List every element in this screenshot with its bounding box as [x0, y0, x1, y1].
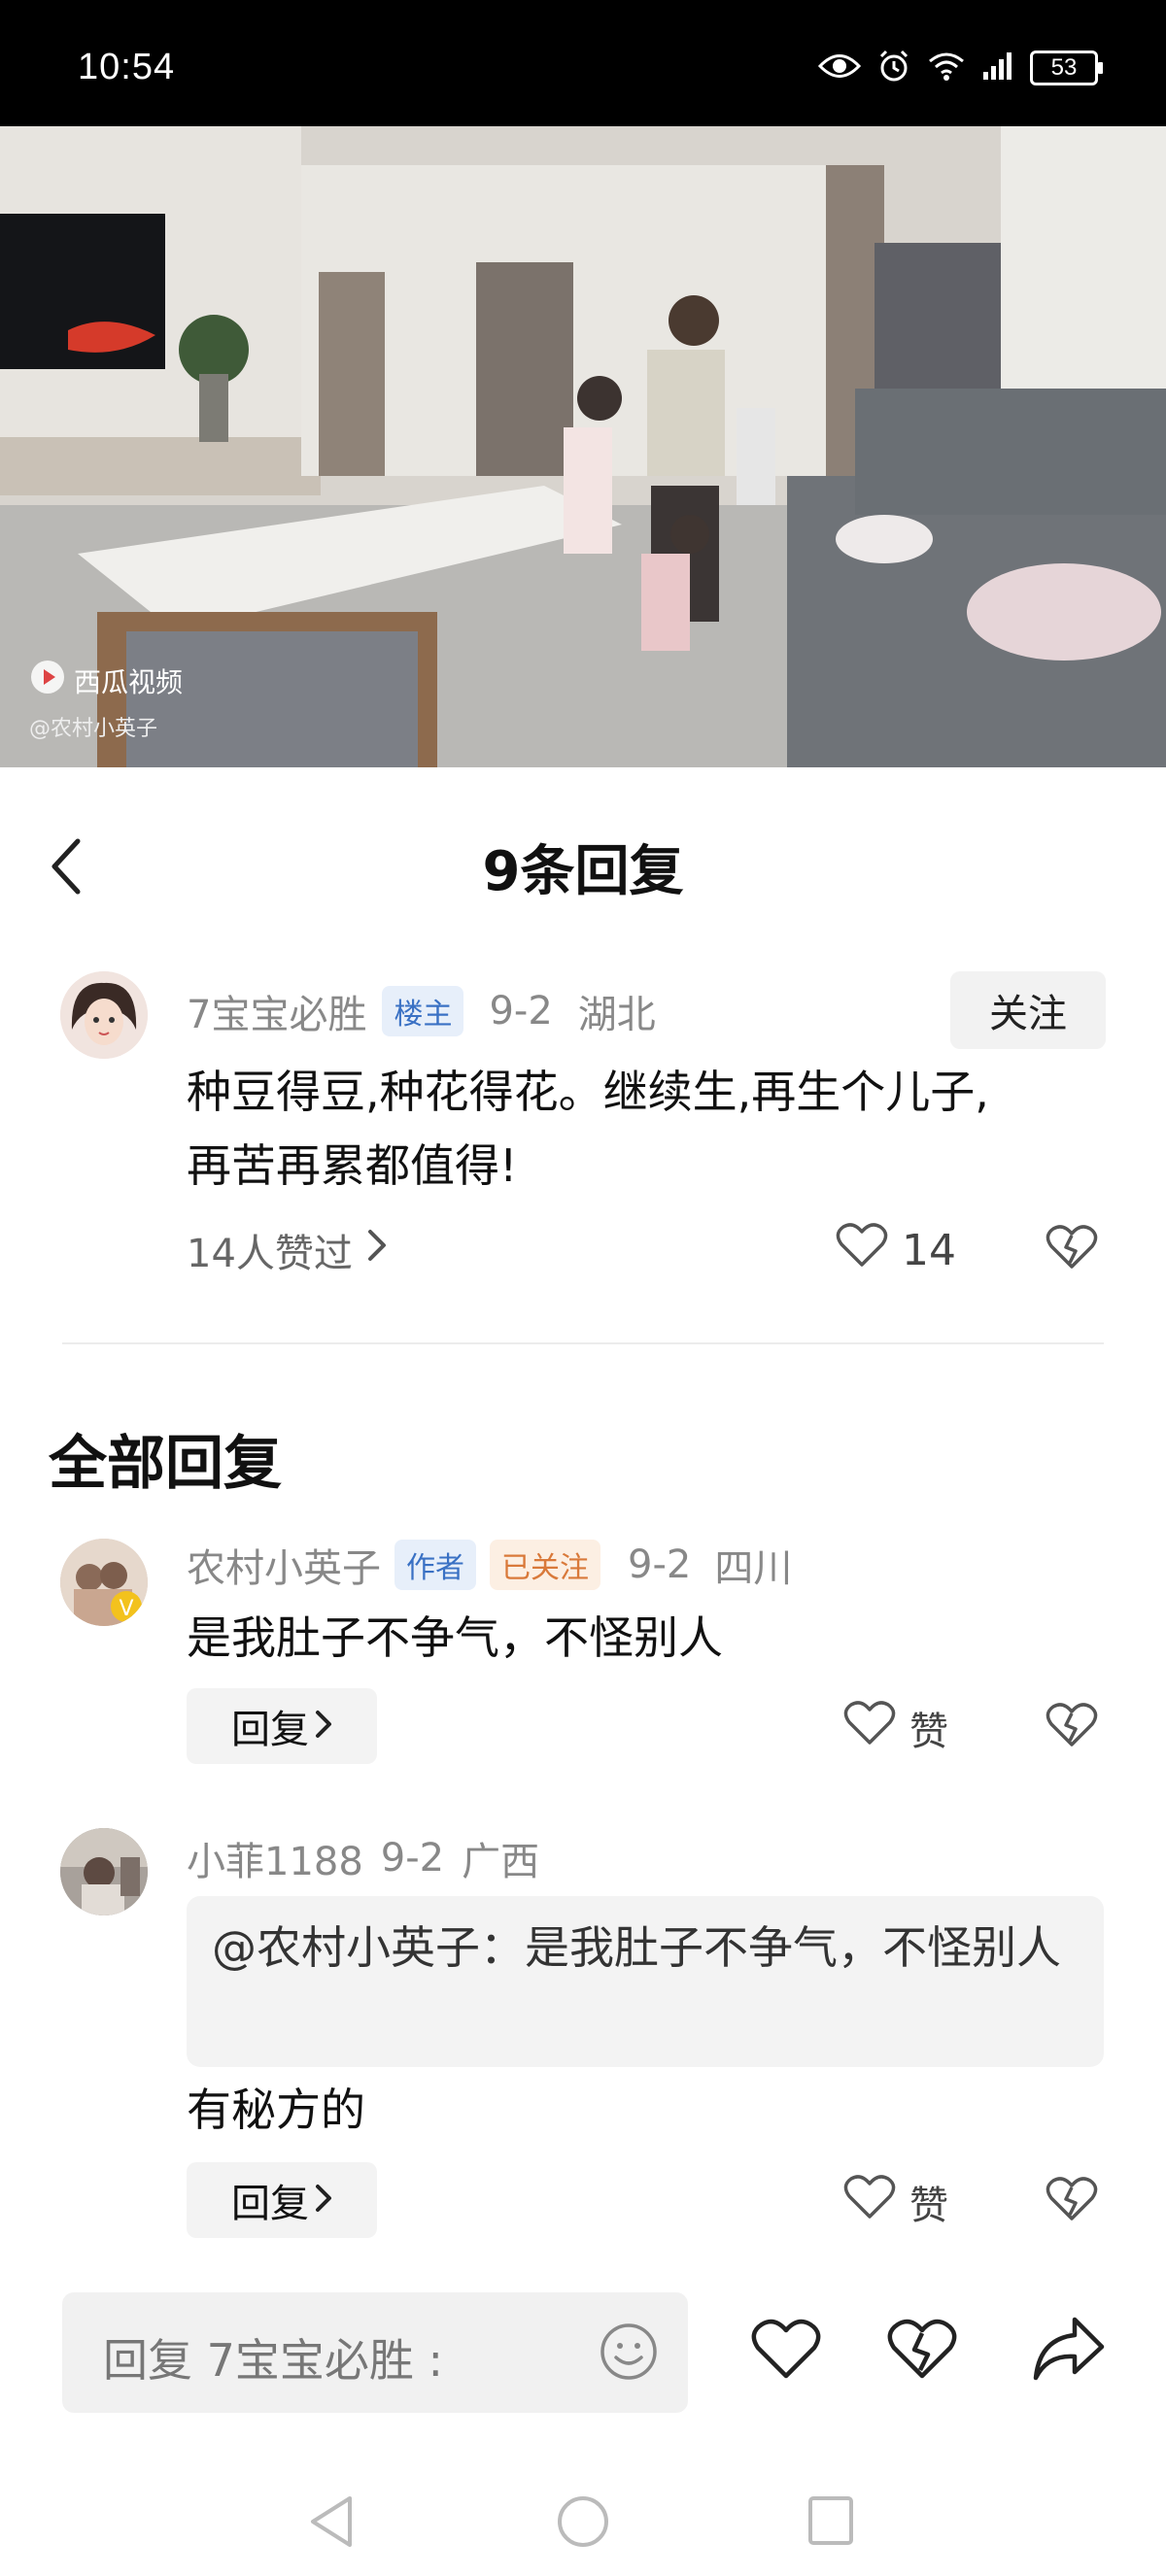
username[interactable]: 7宝宝必胜 [187, 983, 366, 1039]
likes-summary-text: 14人赞过 [187, 1232, 353, 1276]
nav-recents-icon[interactable] [806, 2494, 855, 2551]
comment-text-line2: 再苦再累都值得! [187, 1139, 518, 1192]
like-button[interactable]: 14 [836, 1222, 956, 1278]
watermark-text: 西瓜视频 [74, 665, 184, 698]
eye-icon [817, 51, 862, 85]
comment-header: 7宝宝必胜 楼主 9-2 湖北 [187, 983, 656, 1039]
chevron-right-icon [366, 1228, 388, 1272]
page-title: 9条回复 [482, 840, 684, 903]
video-watermark: 西瓜视频 [29, 659, 183, 702]
avatar[interactable] [60, 971, 148, 1059]
like-label: 赞 [909, 1710, 948, 1754]
quoted-text: @农村小英子：是我肚子不争气，不怪别人 [212, 1921, 1061, 1974]
battery-icon: 53 [1030, 51, 1103, 85]
video-player[interactable]: 西瓜视频 @农村小英子 [0, 126, 1166, 767]
avatar[interactable]: V [60, 1539, 148, 1626]
reply-button[interactable]: 回复 [187, 2162, 377, 2238]
status-bar: 10:54 53 [0, 0, 1166, 126]
quoted-reply: @农村小英子：是我肚子不争气，不怪别人 [187, 1896, 1104, 2067]
like-label: 赞 [909, 2184, 948, 2228]
chevron-right-icon [315, 1704, 332, 1748]
heart-icon [843, 1700, 896, 1756]
status-icons: 53 [817, 49, 1103, 87]
reply-location: 广西 [462, 1840, 540, 1884]
nav-back-icon[interactable] [307, 2494, 356, 2553]
author-badge: 作者 [394, 1540, 476, 1590]
like-button[interactable]: 赞 [843, 2174, 948, 2230]
alarm-icon [876, 49, 911, 87]
reply-date: 9-2 [628, 1542, 692, 1587]
reply-date: 9-2 [380, 1836, 445, 1881]
heart-icon[interactable] [750, 2318, 822, 2386]
share-icon[interactable] [1030, 2314, 1108, 2388]
op-badge: 楼主 [382, 986, 464, 1036]
section-title: 全部回复 [49, 1430, 282, 1498]
dislike-icon[interactable] [1046, 1702, 1098, 1752]
followed-badge: 已关注 [490, 1540, 600, 1590]
signal-icon [981, 51, 1014, 85]
reply-button-label: 回复 [231, 1708, 309, 1752]
heart-icon [843, 2174, 896, 2230]
video-handle: @农村小英子 [29, 717, 158, 741]
likes-summary[interactable]: 14人赞过 [187, 1222, 388, 1278]
reply-header: 小菲1188 9-2 广西 [187, 1830, 539, 1886]
reply-location: 四川 [714, 1546, 793, 1591]
reply-header: 农村小英子 作者 已关注 9-2 四川 [187, 1537, 792, 1593]
comment-text-line1: 种豆得豆,种花得花。继续生,再生个儿子, [187, 1066, 989, 1118]
like-button[interactable]: 赞 [843, 1700, 948, 1756]
chevron-right-icon [315, 2178, 332, 2222]
wifi-icon [927, 51, 966, 85]
comment-date: 9-2 [489, 989, 553, 1034]
comment-location: 湖北 [577, 993, 656, 1037]
dislike-icon[interactable] [1046, 2176, 1098, 2226]
status-time: 10:54 [78, 47, 176, 87]
avatar[interactable] [60, 1828, 148, 1915]
reply-text: 是我肚子不争气，不怪别人 [187, 1611, 723, 1664]
like-count: 14 [902, 1225, 956, 1275]
nav-home-icon[interactable] [556, 2494, 610, 2553]
reply-input[interactable]: 回复 7宝宝必胜 : [62, 2292, 688, 2413]
username[interactable]: 农村小英子 [187, 1537, 381, 1593]
play-logo-icon [29, 659, 66, 702]
reply-text: 有秘方的 [187, 2084, 365, 2136]
username[interactable]: 小菲1188 [187, 1830, 363, 1886]
reply-button-label: 回复 [231, 2182, 309, 2226]
heart-icon [836, 1222, 888, 1278]
dislike-icon[interactable] [886, 2318, 958, 2386]
emoji-icon[interactable] [599, 2322, 659, 2386]
reply-button[interactable]: 回复 [187, 1688, 377, 1764]
divider [62, 1342, 1104, 1344]
follow-button[interactable]: 关注 [950, 971, 1106, 1049]
dislike-icon[interactable] [1046, 1224, 1098, 1274]
reply-input-placeholder: 回复 7宝宝必胜 : [103, 2334, 444, 2387]
battery-level: 53 [1050, 54, 1078, 81]
